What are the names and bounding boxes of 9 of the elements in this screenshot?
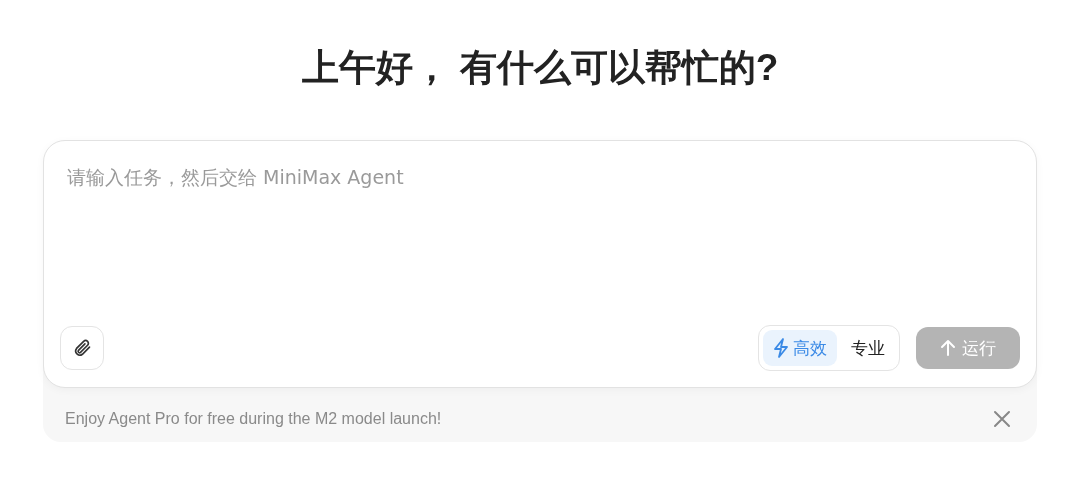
promo-text: Enjoy Agent Pro for free during the M2 model launch!: [65, 410, 442, 428]
close-button[interactable]: [993, 410, 1011, 428]
close-icon: [993, 410, 1011, 428]
greeting-heading: 上午好， 有什么可以帮忙的?: [301, 46, 779, 90]
paperclip-icon: [72, 338, 92, 358]
lightning-icon: [773, 338, 789, 358]
attach-button[interactable]: [60, 326, 104, 370]
mode-tab[interactable]: 专业: [841, 330, 895, 366]
arrow-up-icon: [940, 339, 956, 357]
